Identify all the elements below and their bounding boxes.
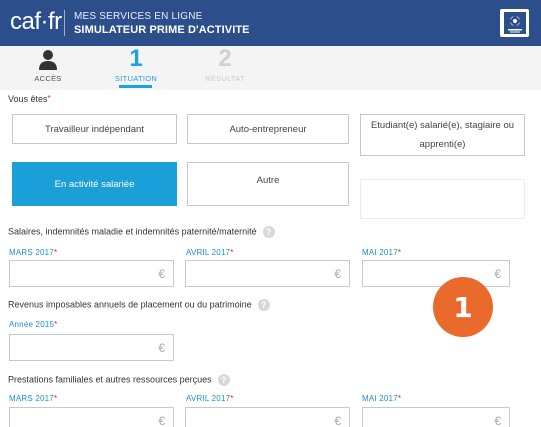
revenus-heading: Revenus imposables annuels de placement …: [8, 299, 270, 311]
month-label-mai: MAI 2017*: [362, 394, 401, 403]
help-icon[interactable]: ?: [217, 374, 230, 386]
required-marker: *: [47, 94, 51, 103]
caf-logo[interactable]: caf·fr: [10, 8, 62, 36]
month-label-avril: AVRIL 2017*: [186, 394, 234, 403]
user-icon: [8, 46, 88, 74]
month-text: AVRIL 2017: [186, 248, 231, 257]
step-label-acces: ACCÈS: [34, 74, 62, 83]
option-auto-entrepreneur[interactable]: Auto-entrepreneur: [187, 114, 349, 144]
option-en-activite-salariee[interactable]: En activité salariée: [12, 162, 177, 206]
required-marker: *: [397, 394, 402, 403]
header-title: SIMULATEUR PRIME D'ACTIVITE: [74, 24, 250, 36]
prestations-heading: Prestations familiales et autres ressour…: [8, 374, 230, 386]
euro-symbol: €: [494, 267, 501, 281]
step-situation[interactable]: 1 SITUATION: [96, 45, 176, 84]
required-marker: *: [53, 248, 58, 257]
revenus-label: Revenus imposables annuels de placement …: [8, 299, 252, 310]
month-label-avril: AVRIL 2017*: [186, 248, 234, 257]
revenus-2015-input[interactable]: €: [9, 334, 174, 361]
step-label-situation: SITUATION: [114, 74, 158, 83]
salaire-mars-input[interactable]: €: [9, 260, 174, 287]
euro-symbol: €: [158, 267, 165, 281]
step-label-resultat: RÉSULTAT: [205, 74, 245, 83]
prestation-mai-input[interactable]: €: [362, 407, 510, 427]
republique-francaise-logo-icon: [500, 9, 529, 37]
euro-symbol: €: [158, 414, 165, 427]
month-label-mars: MARS 2017*: [9, 248, 57, 257]
month-text: AVRIL 2017: [186, 394, 231, 403]
month-label-mai: MAI 2017*: [362, 248, 401, 257]
vous-etes-label: Vous êtes: [8, 94, 48, 104]
step-number-badge: 1: [433, 277, 493, 337]
required-marker: *: [53, 394, 58, 403]
prestation-mars-input[interactable]: €: [9, 407, 174, 427]
month-label-mars: MARS 2017*: [9, 394, 57, 403]
month-text: MAI 2017: [362, 248, 398, 257]
year-text: Année 2015: [9, 320, 55, 329]
year-label-2015: Année 2015*: [9, 320, 57, 329]
required-marker: *: [397, 248, 402, 257]
euro-symbol: €: [334, 414, 341, 427]
active-step-indicator: [119, 85, 152, 88]
required-marker: *: [54, 320, 58, 329]
step-resultat: 2 RÉSULTAT: [185, 45, 265, 84]
option-etudiant-salarie[interactable]: Etudiant(e) salarié(e), stagiaire ou app…: [360, 114, 525, 156]
vous-etes-heading: Vous êtes*: [8, 94, 51, 104]
header-subtitle: MES SERVICES EN LIGNE: [74, 11, 203, 22]
salaires-heading: Salaires, indemnités maladie et indemnit…: [8, 226, 275, 238]
salaire-avril-input[interactable]: €: [185, 260, 350, 287]
euro-symbol: €: [494, 414, 501, 427]
help-icon[interactable]: ?: [257, 299, 270, 311]
month-text: MAI 2017: [362, 394, 398, 403]
logo-separator: [64, 10, 65, 36]
prestations-label: Prestations familiales et autres ressour…: [8, 374, 212, 385]
month-text: MARS 2017: [9, 248, 54, 257]
option-autre[interactable]: Autre: [187, 162, 349, 206]
required-marker: *: [230, 248, 234, 257]
euro-symbol: €: [158, 341, 165, 355]
help-icon[interactable]: ?: [262, 226, 275, 238]
prestation-avril-input[interactable]: €: [185, 407, 350, 427]
salaire-mai-input[interactable]: €: [362, 260, 510, 287]
step-number-resultat: 2: [218, 45, 232, 72]
empty-option-slot: [360, 179, 525, 219]
progress-steps: ACCÈS 1 SITUATION 2 RÉSULTAT: [0, 46, 541, 90]
required-marker: *: [230, 394, 234, 403]
euro-symbol: €: [334, 267, 341, 281]
salaires-label: Salaires, indemnités maladie et indemnit…: [8, 226, 257, 237]
option-travailleur-independant[interactable]: Travailleur indépendant: [12, 114, 177, 144]
app-header: caf·fr MES SERVICES EN LIGNE SIMULATEUR …: [0, 0, 541, 46]
step-number-situation: 1: [129, 45, 143, 72]
step-acces[interactable]: ACCÈS: [8, 46, 88, 83]
month-text: MARS 2017: [9, 394, 54, 403]
